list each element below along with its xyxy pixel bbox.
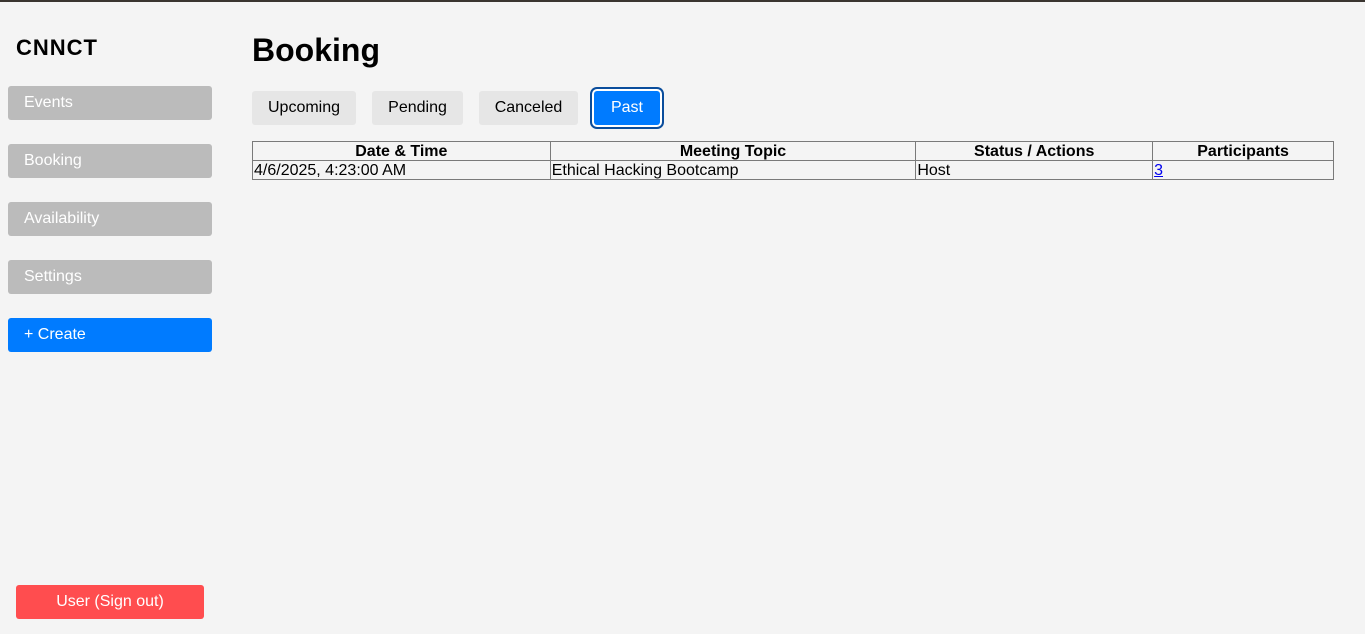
sidebar-item-settings[interactable]: Settings	[8, 260, 212, 294]
header-participants: Participants	[1152, 141, 1334, 161]
tab-pending[interactable]: Pending	[372, 91, 463, 125]
header-status-actions: Status / Actions	[915, 141, 1154, 161]
tab-past[interactable]: Past	[594, 91, 660, 125]
sidebar: CNNCT Events Booking Availability Settin…	[0, 2, 220, 634]
bookings-table: Date & Time Meeting Topic Status / Actio…	[252, 141, 1334, 180]
tab-canceled[interactable]: Canceled	[479, 91, 578, 125]
cell-meeting-topic: Ethical Hacking Bootcamp	[549, 160, 917, 180]
participants-link[interactable]: 3	[1154, 162, 1163, 179]
header-meeting-topic: Meeting Topic	[549, 141, 917, 161]
table-header-row: Date & Time Meeting Topic Status / Actio…	[252, 141, 1334, 161]
sign-out-button[interactable]: User (Sign out)	[16, 585, 204, 619]
brand-logo: CNNCT	[16, 35, 98, 60]
tab-upcoming[interactable]: Upcoming	[252, 91, 356, 125]
cell-participants: 3	[1152, 160, 1334, 180]
page-title: Booking	[252, 32, 380, 68]
create-button[interactable]: + Create	[8, 318, 212, 352]
cell-status: Host	[915, 160, 1154, 180]
sidebar-item-availability[interactable]: Availability	[8, 202, 212, 236]
sidebar-item-booking[interactable]: Booking	[8, 144, 212, 178]
booking-tabs: Upcoming Pending Canceled Past	[252, 91, 672, 125]
table-row: 4/6/2025, 4:23:00 AM Ethical Hacking Boo…	[252, 160, 1334, 180]
header-date-time: Date & Time	[252, 141, 551, 161]
sidebar-item-events[interactable]: Events	[8, 86, 212, 120]
cell-date-time: 4/6/2025, 4:23:00 AM	[252, 160, 551, 180]
